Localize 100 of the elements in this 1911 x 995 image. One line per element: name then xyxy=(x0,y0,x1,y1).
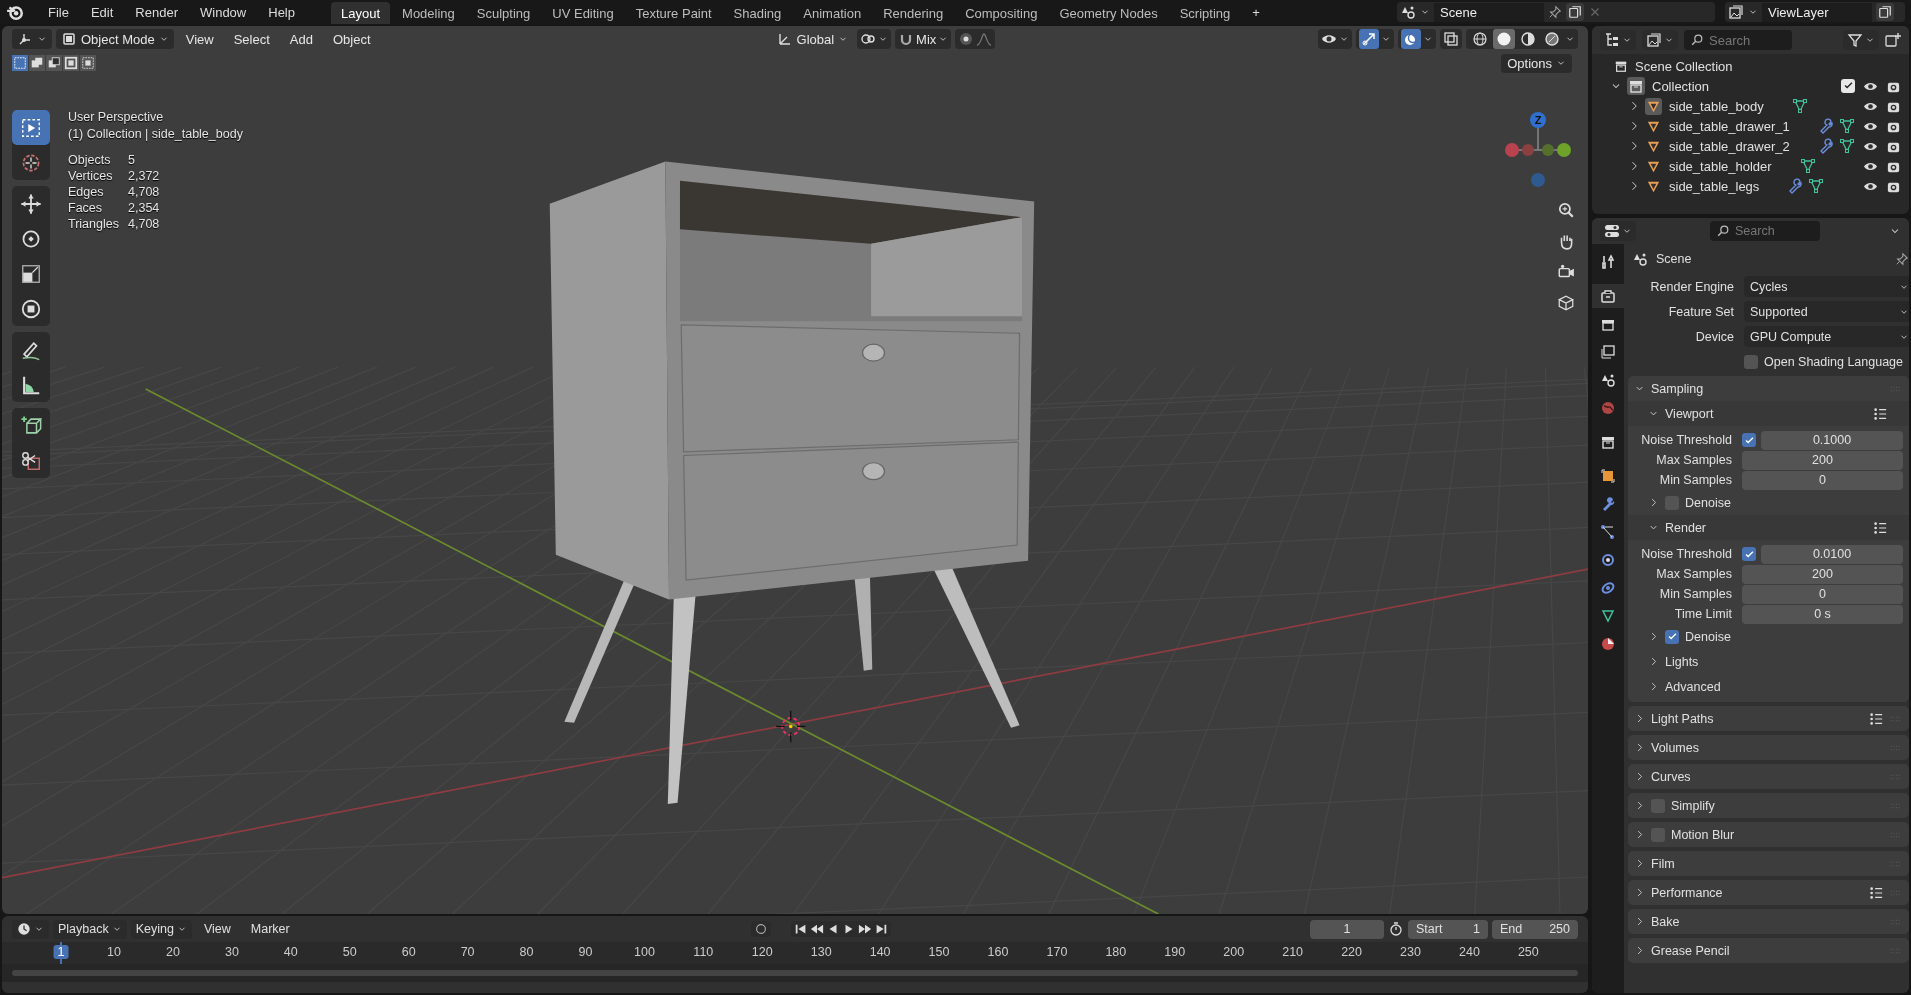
field-label: Time Limit xyxy=(1673,607,1732,621)
tree-item[interactable]: side_table_drawer_1 xyxy=(1669,118,1790,134)
stat-label: Vertices xyxy=(68,169,114,183)
workspace-tab[interactable]: Shading xyxy=(723,2,792,24)
stat-value: 2,372 xyxy=(128,169,161,183)
field-label: Device xyxy=(1694,329,1734,344)
workspace-tab[interactable]: Scripting xyxy=(1169,2,1241,24)
tree-item[interactable]: side_table_body xyxy=(1669,98,1764,114)
panel-title[interactable]: Performance xyxy=(1651,885,1723,900)
add-workspace-button[interactable]: + xyxy=(1242,1,1270,23)
menu-dropdown[interactable]: Playback xyxy=(53,919,127,939)
field-label: Min Samples xyxy=(1658,587,1732,601)
field-label: Max Samples xyxy=(1655,567,1732,581)
context-label: Scene xyxy=(1656,252,1692,266)
panel-title[interactable]: Motion Blur xyxy=(1671,827,1735,842)
menu-item[interactable]: Help xyxy=(258,1,305,23)
panel-title[interactable]: Sampling xyxy=(1651,381,1704,396)
dropdown[interactable]: GPU Compute xyxy=(1744,326,1909,347)
frame-number: 200 xyxy=(1223,945,1245,959)
tree-item[interactable]: side_table_holder xyxy=(1669,158,1772,174)
workspace-tab[interactable]: Layout xyxy=(331,2,391,24)
mode-dropdown[interactable]: Object Mode xyxy=(56,29,174,49)
panel-title[interactable]: Curves xyxy=(1651,769,1691,784)
workspace-tab[interactable]: Modeling xyxy=(392,2,465,24)
frame-number: 160 xyxy=(987,945,1009,959)
frame-number: 130 xyxy=(810,945,832,959)
end-frame-field[interactable]: End 250 xyxy=(1492,919,1578,939)
workspace-tab[interactable]: Sculpting xyxy=(466,2,541,24)
subpanel-title[interactable]: Denoise xyxy=(1685,629,1731,644)
panel-title[interactable]: Light Paths xyxy=(1651,711,1714,726)
workspace-tab[interactable]: Geometry Nodes xyxy=(1049,2,1168,24)
workspace-tab[interactable]: Animation xyxy=(793,2,872,24)
options-dropdown[interactable]: Options xyxy=(1501,53,1572,73)
panel-title[interactable]: Volumes xyxy=(1651,740,1699,755)
stat-value: 4,708 xyxy=(128,185,161,199)
frame-number: 240 xyxy=(1459,945,1480,959)
scene-name-field[interactable]: Scene xyxy=(1434,2,1544,22)
number-field[interactable]: 0 xyxy=(1742,584,1903,604)
frame-number: 150 xyxy=(928,945,950,959)
menu-item[interactable]: Render xyxy=(125,1,188,23)
workspace-tab[interactable]: Compositing xyxy=(955,2,1048,24)
tree-item[interactable]: Scene Collection xyxy=(1635,58,1733,74)
frame-number: 40 xyxy=(283,945,298,959)
panel-title[interactable]: Bake xyxy=(1651,914,1680,929)
frame-number: 100 xyxy=(634,945,655,959)
current-frame-field[interactable]: 1 xyxy=(1310,919,1384,939)
menu-item[interactable]: File xyxy=(38,1,79,23)
number-field[interactable]: 0.0100 xyxy=(1761,544,1903,564)
subpanel-title[interactable]: Advanced xyxy=(1665,679,1721,694)
panel-title[interactable]: Simplify xyxy=(1671,798,1715,813)
subpanel-title[interactable]: Viewport xyxy=(1665,406,1714,421)
stat-label: Edges xyxy=(68,185,105,199)
orientation-dropdown[interactable]: Global xyxy=(771,29,854,49)
panel-title[interactable]: Grease Pencil xyxy=(1651,943,1730,958)
menu-item[interactable]: Add xyxy=(281,29,321,49)
field-label: Max Samples xyxy=(1655,453,1732,467)
frame-number: 60 xyxy=(401,945,416,959)
menu-item[interactable]: Edit xyxy=(80,1,124,23)
view-layer-selector[interactable]: ViewLayer xyxy=(1725,2,1905,22)
view-layer-name-field[interactable]: ViewLayer xyxy=(1762,2,1872,22)
panel-title[interactable]: Film xyxy=(1651,856,1675,871)
frame-number: 70 xyxy=(460,945,475,959)
tree-item[interactable]: side_table_legs xyxy=(1669,178,1760,194)
frame-number: 10 xyxy=(107,945,121,959)
dropdown[interactable]: Supported xyxy=(1744,301,1909,322)
tree-item[interactable]: side_table_drawer_2 xyxy=(1669,138,1790,154)
menu-item[interactable]: Select xyxy=(225,29,278,49)
tree-item[interactable]: Collection xyxy=(1652,78,1710,94)
search-field[interactable]: Search xyxy=(1684,30,1792,50)
menu-item[interactable]: View xyxy=(195,920,239,938)
frame-number: 190 xyxy=(1164,945,1186,959)
field-label: Min Samples xyxy=(1658,473,1732,487)
frame-number[interactable]: 1 xyxy=(53,945,69,959)
field-label: Noise Threshold xyxy=(1640,433,1732,447)
number-field[interactable]: 0 xyxy=(1742,470,1903,490)
frame-number: 210 xyxy=(1282,945,1304,959)
workspace-tab[interactable]: Rendering xyxy=(873,2,954,24)
menu-dropdown[interactable]: Keying xyxy=(130,919,192,939)
stat-value: 2,354 xyxy=(128,201,161,215)
frame-number: 170 xyxy=(1046,945,1068,959)
number-field[interactable]: 0 s xyxy=(1742,604,1903,624)
menu-item[interactable]: View xyxy=(177,29,222,49)
snap-dropdown[interactable]: Mix xyxy=(895,29,952,49)
workspace-tab[interactable]: UV Editing xyxy=(542,2,624,24)
subpanel-title[interactable]: Render xyxy=(1665,520,1706,535)
menu-item[interactable]: Window xyxy=(190,1,257,23)
start-frame-field[interactable]: Start 1 xyxy=(1408,919,1488,939)
subpanel-title[interactable]: Denoise xyxy=(1685,495,1731,510)
field-label: Render Engine xyxy=(1649,279,1734,294)
search-field[interactable]: Search xyxy=(1710,221,1820,241)
dropdown[interactable]: Cycles xyxy=(1744,276,1909,297)
subpanel-title[interactable]: Lights xyxy=(1665,654,1699,669)
number-field[interactable]: 200 xyxy=(1742,564,1903,584)
scene-selector[interactable]: Scene xyxy=(1397,2,1715,22)
frame-number: 20 xyxy=(166,945,180,959)
menu-item[interactable]: Object xyxy=(324,29,379,49)
number-field[interactable]: 0.1000 xyxy=(1761,430,1903,450)
workspace-tab[interactable]: Texture Paint xyxy=(625,2,722,24)
number-field[interactable]: 200 xyxy=(1742,450,1903,470)
menu-item[interactable]: Marker xyxy=(242,920,298,938)
